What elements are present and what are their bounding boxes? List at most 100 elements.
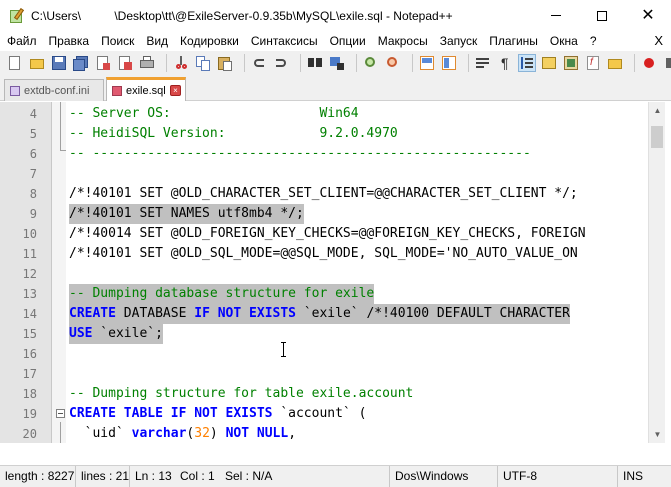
menu-macro[interactable]: Макросы (372, 31, 434, 51)
status-bar: length : 8227 lines : 216 Ln : 13 Col : … (0, 465, 671, 487)
menu-bar: Файл Правка Поиск Вид Кодировки Синтакси… (0, 31, 671, 51)
show-all-chars-icon[interactable]: ¶ (497, 55, 513, 71)
tab-extdb-conf[interactable]: extdb-conf.ini (4, 79, 104, 101)
close-icon: ✕ (641, 6, 655, 24)
code-line: 13 -- Dumping database structure for exi… (0, 284, 650, 304)
replace-icon[interactable] (329, 55, 345, 71)
tab-close-icon[interactable]: × (170, 85, 181, 96)
save-icon[interactable] (51, 55, 67, 71)
vertical-scrollbar[interactable]: ▲ ▼ (648, 102, 665, 443)
toolbar-separator (634, 54, 635, 72)
code-line: 9 /*!40101 SET NAMES utf8mb4 */; (0, 204, 650, 224)
code-line: 14 CREATE DATABASE IF NOT EXISTS `exile`… (0, 304, 650, 324)
code-line: 19 CREATE TABLE IF NOT EXISTS `account` … (22, 406, 367, 421)
code-line: 10 /*!40014 SET @OLD_FOREIGN_KEY_CHECKS=… (22, 226, 586, 241)
toolbar-separator (412, 54, 413, 72)
menu-plugins[interactable]: Плагины (483, 31, 544, 51)
menu-edit[interactable]: Правка (43, 31, 96, 51)
menu-encoding[interactable]: Кодировки (174, 31, 245, 51)
tab-bar: extdb-conf.ini exile.sql × (0, 75, 671, 101)
cut-icon[interactable] (173, 55, 189, 71)
menu-file[interactable]: Файл (0, 31, 43, 51)
folder-workspace-icon[interactable] (607, 55, 623, 71)
status-encoding: UTF-8 (498, 466, 618, 487)
status-col: Col : 1 (180, 469, 215, 483)
minimize-icon (551, 15, 561, 16)
code-line: 20 `uid` varchar(32) NOT NULL, (22, 426, 297, 441)
stop-record-icon[interactable] (663, 55, 671, 71)
indent-guide-icon[interactable] (518, 54, 536, 72)
window-title: C:\Users\ \Desktop\tt\@ExileServer-0.9.3… (31, 8, 453, 23)
toolbar-separator (166, 54, 167, 72)
code-line: 12 (22, 267, 37, 281)
scrollbar-thumb[interactable] (651, 126, 663, 148)
open-file-icon[interactable] (29, 55, 45, 71)
code-line: 15 USE `exile`; (0, 324, 650, 344)
menu-run[interactable]: Запуск (434, 31, 484, 51)
code-line: 5 -- HeidiSQL Version: 9.2.0.4970 (29, 126, 398, 141)
editor-bottom-area (0, 443, 671, 465)
sync-horizontal-icon[interactable] (441, 55, 457, 71)
maximize-button[interactable] (579, 0, 625, 31)
menu-search[interactable]: Поиск (95, 31, 140, 51)
toolbar-separator (300, 54, 301, 72)
user-lang-icon[interactable] (541, 55, 557, 71)
close-file-icon[interactable] (95, 55, 111, 71)
zoom-in-icon[interactable] (363, 55, 379, 71)
record-macro-icon[interactable] (641, 55, 657, 71)
maximize-icon (597, 10, 607, 21)
file-icon (111, 85, 123, 97)
status-lines: lines : 216 (76, 466, 130, 487)
toolbar-separator (244, 54, 245, 72)
paste-icon[interactable] (217, 55, 233, 71)
save-all-icon[interactable] (73, 55, 89, 71)
doc-map-icon[interactable] (563, 55, 579, 71)
word-wrap-icon[interactable] (475, 55, 491, 71)
tab-label: extdb-conf.ini (24, 84, 90, 97)
toolbar-separator (356, 54, 357, 72)
code-line: 6 -- -----------------------------------… (29, 146, 531, 161)
code-line: 7 (29, 167, 37, 181)
title-bar: C:\Users\ \Desktop\tt\@ExileServer-0.9.3… (0, 0, 671, 31)
scroll-up-icon[interactable]: ▲ (649, 102, 666, 119)
print-icon[interactable] (139, 55, 155, 71)
status-ln: Ln : 13 (135, 469, 172, 483)
fold-toggle-icon[interactable] (56, 409, 65, 418)
menu-settings[interactable]: Опции (324, 31, 372, 51)
close-window-button[interactable]: ✕ (625, 0, 671, 31)
code-line: 18 -- Dumping structure for table exile.… (22, 386, 414, 401)
menu-view[interactable]: Вид (140, 31, 174, 51)
sync-vertical-icon[interactable] (419, 55, 435, 71)
status-eol: Dos\Windows (390, 466, 498, 487)
code-line: 16 (22, 347, 37, 361)
undo-icon[interactable] (251, 55, 267, 71)
menu-language[interactable]: Синтаксисы (245, 31, 324, 51)
close-document-button[interactable]: X (654, 31, 663, 51)
status-length: length : 8227 (0, 466, 76, 487)
notepad-plus-plus-icon (9, 7, 25, 24)
menu-window[interactable]: Окна (544, 31, 584, 51)
toolbar-separator (468, 54, 469, 72)
copy-icon[interactable] (195, 55, 211, 71)
new-file-icon[interactable] (7, 55, 23, 71)
file-icon (9, 85, 21, 97)
toolbar: ¶ f (0, 51, 671, 75)
tab-exile-sql[interactable]: exile.sql × (106, 77, 186, 101)
text-cursor-icon (281, 342, 287, 357)
status-sel: Sel : N/A (220, 466, 390, 487)
status-mode: INS (623, 469, 644, 483)
close-all-icon[interactable] (117, 55, 133, 71)
minimize-button[interactable] (533, 0, 579, 31)
code-line: 17 (22, 367, 37, 381)
editor[interactable]: 4 -- Server OS: Win64 5 -- HeidiSQL Vers… (0, 102, 671, 443)
code-line: 4 -- Server OS: Win64 (29, 106, 359, 121)
find-icon[interactable] (307, 55, 323, 71)
tab-label: exile.sql (126, 84, 166, 97)
redo-icon[interactable] (273, 55, 289, 71)
code-line: 8 /*!40101 SET @OLD_CHARACTER_SET_CLIENT… (29, 186, 578, 201)
scroll-down-icon[interactable]: ▼ (649, 426, 666, 443)
zoom-out-icon[interactable] (385, 55, 401, 71)
code-line: 11 /*!40101 SET @OLD_SQL_MODE=@@SQL_MODE… (22, 246, 578, 261)
menu-help[interactable]: ? (584, 31, 603, 51)
function-list-icon[interactable]: f (585, 55, 601, 71)
